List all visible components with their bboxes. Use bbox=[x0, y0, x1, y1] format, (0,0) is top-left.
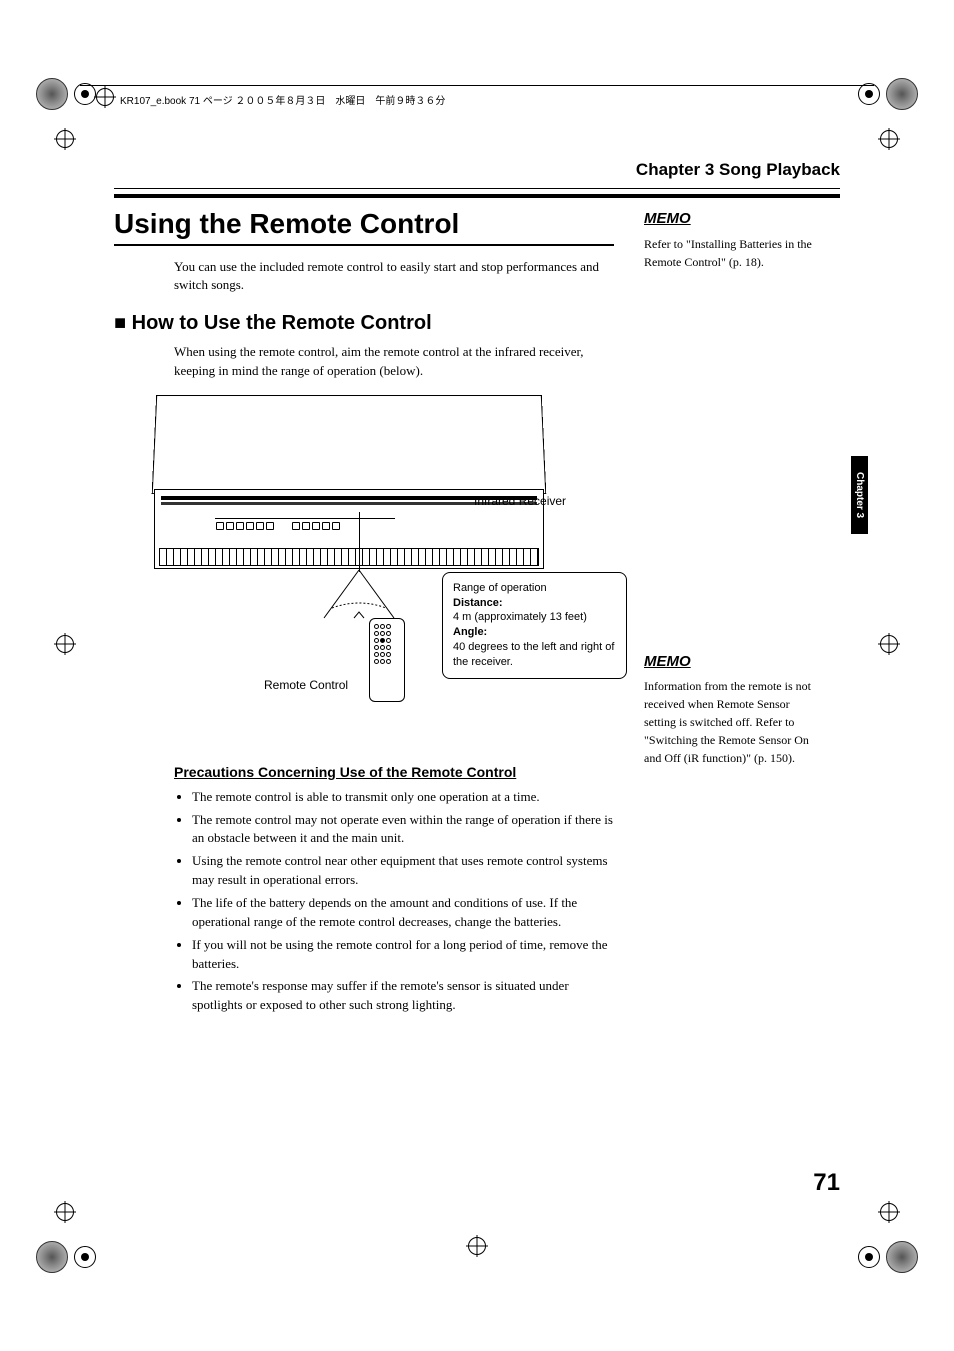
reg-mark-bottom-left bbox=[36, 1241, 96, 1273]
control-panel-illustration bbox=[215, 518, 395, 542]
precautions-list: The remote control is able to transmit o… bbox=[174, 788, 614, 1015]
reg-big-circle bbox=[886, 78, 918, 110]
distance-label: Distance: bbox=[453, 596, 616, 611]
ir-receiver-label: Infrared Receiver bbox=[474, 494, 566, 508]
crosshair-icon bbox=[880, 635, 898, 653]
section-body: When using the remote control, aim the r… bbox=[174, 343, 614, 379]
reg-ring bbox=[74, 83, 96, 105]
reg-mark-top-right bbox=[858, 78, 918, 110]
range-of-operation-box: Range of operation Distance: 4 m (approx… bbox=[442, 572, 627, 679]
print-header-text: KR107_e.book 71 ページ ２００５年８月３日 水曜日 午前９時３６… bbox=[120, 92, 445, 107]
page-number: 71 bbox=[813, 1169, 840, 1197]
precaution-item: The life of the battery depends on the a… bbox=[192, 894, 614, 932]
remote-diagram: Infrared Receiver bbox=[154, 394, 614, 734]
memo-text: Information from the remote is not recei… bbox=[644, 677, 814, 767]
precautions-heading: Precautions Concerning Use of the Remote… bbox=[174, 764, 614, 780]
angle-value: 40 degrees to the left and right of the … bbox=[453, 640, 616, 670]
chapter-header: Chapter 3 Song Playback bbox=[636, 160, 840, 180]
precaution-item: Using the remote control near other equi… bbox=[192, 852, 614, 890]
reg-ring bbox=[74, 1246, 96, 1268]
reg-mark-top-left bbox=[36, 78, 96, 110]
reg-big-circle bbox=[886, 1241, 918, 1273]
page-title: Using the Remote Control bbox=[114, 208, 614, 246]
reg-mark-bottom-right bbox=[858, 1241, 918, 1273]
distance-value: 4 m (approximately 13 feet) bbox=[453, 610, 616, 625]
memo-icon: MEMO bbox=[644, 208, 691, 231]
reg-ring bbox=[858, 1246, 880, 1268]
section-heading-text: How to Use the Remote Control bbox=[132, 312, 432, 334]
crosshair-icon bbox=[56, 1203, 74, 1221]
side-column: MEMO Refer to "Installing Batteries in t… bbox=[644, 208, 814, 797]
crosshair-icon bbox=[880, 1203, 898, 1221]
header-rule bbox=[80, 85, 874, 86]
memo-block-1: MEMO Refer to "Installing Batteries in t… bbox=[644, 208, 814, 271]
crosshair-icon bbox=[468, 1237, 486, 1255]
precaution-item: The remote control may not operate even … bbox=[192, 811, 614, 849]
precaution-item: The remote control is able to transmit o… bbox=[192, 788, 614, 807]
crosshair-icon bbox=[880, 130, 898, 148]
precaution-item: If you will not be using the remote cont… bbox=[192, 936, 614, 974]
piano-top-illustration bbox=[152, 395, 547, 494]
remote-control-label: Remote Control bbox=[264, 678, 348, 692]
keyboard-illustration bbox=[159, 548, 539, 566]
intro-paragraph: You can use the included remote control … bbox=[174, 258, 614, 294]
memo-block-2: MEMO Information from the remote is not … bbox=[644, 651, 814, 768]
remote-control-illustration bbox=[369, 618, 405, 702]
memo-icon: MEMO bbox=[644, 651, 691, 674]
section-heading: ■ How to Use the Remote Control bbox=[114, 312, 614, 335]
ir-pointer-line bbox=[359, 512, 360, 572]
main-column: Using the Remote Control You can use the… bbox=[114, 208, 614, 1019]
angle-label: Angle: bbox=[453, 625, 616, 640]
crosshair-icon bbox=[56, 635, 74, 653]
chapter-tab: Chapter 3 bbox=[851, 456, 868, 534]
page-content: Chapter 3 Song Playback Chapter 3 Using … bbox=[114, 160, 840, 1191]
precaution-item: The remote's response may suffer if the … bbox=[192, 977, 614, 1015]
range-title: Range of operation bbox=[453, 581, 616, 596]
reg-ring bbox=[858, 83, 880, 105]
chapter-rule bbox=[114, 188, 840, 198]
signal-cone-illustration bbox=[324, 570, 394, 620]
memo-text: Refer to "Installing Batteries in the Re… bbox=[644, 235, 814, 271]
crosshair-icon bbox=[56, 130, 74, 148]
reg-big-circle bbox=[36, 78, 68, 110]
reg-big-circle bbox=[36, 1241, 68, 1273]
crosshair-icon bbox=[96, 88, 114, 106]
